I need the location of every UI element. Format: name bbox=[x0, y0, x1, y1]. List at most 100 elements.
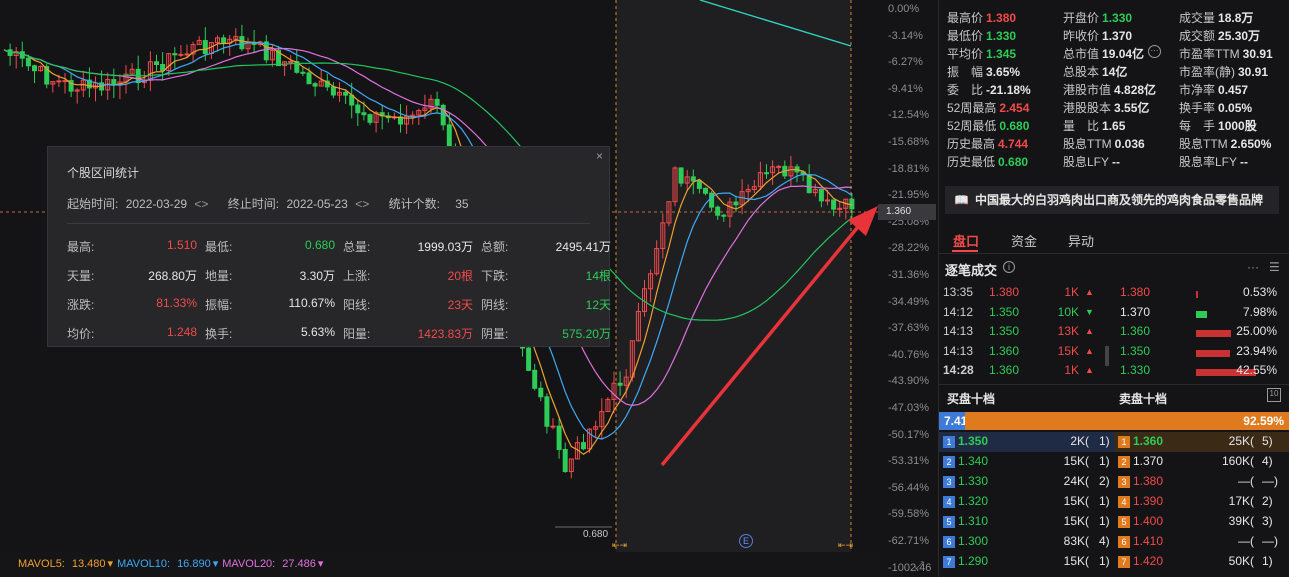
resize-icon[interactable]: ⤢ bbox=[915, 560, 924, 573]
bid-price: 1.340 bbox=[958, 454, 989, 468]
candle-body bbox=[343, 91, 349, 96]
start-adjust-icon[interactable]: <> bbox=[194, 197, 208, 211]
candle-body bbox=[202, 40, 208, 55]
quote-label: 市盈率(静) bbox=[1179, 65, 1235, 79]
quote-item: 成交额 25.30万 bbox=[1179, 27, 1260, 44]
count-value: 35 bbox=[455, 197, 469, 211]
levels-icon[interactable]: 10 bbox=[1267, 388, 1281, 402]
y-tick-label: -59.58% bbox=[888, 508, 929, 521]
buy-level-icon: 5 bbox=[943, 516, 955, 528]
quote-value: -- bbox=[1112, 155, 1121, 169]
stat-value: 0.680 bbox=[304, 238, 335, 252]
quote-value: 1.65 bbox=[1102, 119, 1126, 133]
tab-yidong[interactable]: 异动 bbox=[1068, 231, 1094, 250]
candle-body bbox=[62, 80, 68, 83]
stat-label: 振幅: bbox=[205, 298, 233, 312]
quote-label: 港股市值 bbox=[1063, 83, 1112, 97]
ask-price: 1.420 bbox=[1133, 554, 1164, 568]
range-start-marker[interactable]: ⇤⇥ bbox=[612, 540, 627, 551]
mavol-item: MAVOL10: 16.890 ▾ bbox=[117, 552, 220, 577]
event-marker-icon[interactable]: E bbox=[739, 534, 753, 548]
quote-value: 30.91 bbox=[1238, 65, 1269, 79]
y-tick-label: -53.31% bbox=[888, 455, 929, 468]
range-end-marker[interactable]: ⇤⇥ bbox=[838, 540, 853, 551]
quote-item: 历史最高 4.744 bbox=[947, 135, 1028, 152]
candle-body bbox=[178, 53, 184, 56]
sell-level-icon: 7 bbox=[1118, 556, 1130, 568]
ask-count: 1) bbox=[1262, 554, 1273, 568]
stat-label: 地量: bbox=[205, 269, 233, 283]
quote-item: 市净率 0.457 bbox=[1179, 81, 1248, 98]
tab-pankou[interactable]: 盘口 bbox=[953, 231, 979, 250]
quote-value: 1.370 bbox=[1102, 29, 1133, 43]
more-icon[interactable]: ··· bbox=[1148, 45, 1161, 58]
candle-body bbox=[263, 41, 269, 61]
bid-price: 1.290 bbox=[958, 554, 989, 568]
candle-body bbox=[330, 86, 336, 96]
quote-label: 股息TTM bbox=[1063, 137, 1112, 151]
mavol-label: MAVOL20: bbox=[222, 558, 276, 570]
stat-value: 14根 bbox=[585, 269, 611, 283]
close-icon[interactable]: × bbox=[596, 149, 603, 163]
dropdown-icon[interactable]: ▾ bbox=[108, 558, 114, 570]
mavol-value: 16.890 bbox=[177, 558, 211, 570]
quote-item: 历史最低 0.680 bbox=[947, 153, 1028, 170]
quote-value: 1.380 bbox=[986, 11, 1017, 25]
quote-item: 振 幅 3.65% bbox=[947, 63, 1020, 80]
mavol-value: 13.480 bbox=[71, 558, 106, 570]
tick-row: 14:28 1.360 1K ▲ 1.330 42.55% bbox=[943, 363, 1283, 381]
stat-label: 天量: bbox=[67, 269, 95, 283]
order-level-row: 1 1.350 2K(1) 1 1.360 25K(5) bbox=[939, 432, 1289, 452]
dropdown-icon[interactable]: ▾ bbox=[318, 558, 324, 570]
info-icon[interactable]: i bbox=[1003, 261, 1015, 273]
list-icon[interactable]: ☰ bbox=[1269, 260, 1280, 274]
bid-count: 4) bbox=[1099, 534, 1110, 548]
tick-scrollbar[interactable] bbox=[1105, 346, 1109, 366]
ask-count: 5) bbox=[1262, 434, 1273, 448]
order-book-header: 买盘十档 卖盘十档 10 bbox=[939, 384, 1289, 410]
candle-body bbox=[56, 80, 62, 83]
stat-label: 涨跌: bbox=[67, 298, 95, 312]
candle-body bbox=[367, 114, 373, 123]
end-adjust-icon[interactable]: <> bbox=[355, 197, 369, 211]
order-level-row: 6 1.300 83K(4) 6 1.410 —(—) bbox=[939, 532, 1289, 552]
ask-price: 1.370 bbox=[1133, 454, 1164, 468]
more-icon[interactable]: ··· bbox=[1247, 260, 1259, 274]
current-price-tag: 1.360 bbox=[878, 204, 936, 220]
ask-volume: 25K( bbox=[1228, 434, 1254, 448]
dropdown-icon[interactable]: ▾ bbox=[213, 558, 219, 570]
sell-level-icon: 1 bbox=[1118, 436, 1130, 448]
quote-value: 2.454 bbox=[999, 101, 1030, 115]
candle-body bbox=[312, 83, 318, 87]
candle-body bbox=[306, 72, 312, 85]
dist-price: 1.360 bbox=[1120, 324, 1151, 338]
tick-price: 1.350 bbox=[989, 324, 1020, 338]
start-time-label: 起始时间: bbox=[67, 197, 119, 211]
stat-value: 23天 bbox=[447, 298, 473, 312]
company-banner[interactable]: 📖 中国最大的白羽鸡肉出口商及领先的鸡肉食品零售品牌 bbox=[945, 186, 1279, 214]
bid-volume: 15K( bbox=[1063, 454, 1089, 468]
candle-body bbox=[831, 199, 837, 210]
tick-time: 13:35 bbox=[943, 285, 974, 299]
stat-value: 1999.03万 bbox=[417, 240, 473, 254]
quote-item: 每 手 1000股 bbox=[1179, 117, 1257, 134]
sell-level-icon: 2 bbox=[1118, 456, 1130, 468]
quote-item: 52周最高 2.454 bbox=[947, 99, 1029, 116]
buy-level-icon: 7 bbox=[943, 556, 955, 568]
quote-label: 每 手 bbox=[1179, 119, 1216, 133]
dist-price: 1.330 bbox=[1120, 363, 1151, 377]
y-tick-label: -50.17% bbox=[888, 428, 929, 441]
candle-body bbox=[32, 65, 37, 72]
y-tick-label: -31.36% bbox=[888, 269, 929, 281]
y-axis: 0.00% -3.14% -6.27% -9.41% -12.54% -15.68% -18… bbox=[880, 0, 938, 577]
quote-item: 股息TTM 2.650% bbox=[1179, 135, 1271, 152]
mavol-value: 27.486 bbox=[282, 558, 316, 570]
bid-volume: 83K( bbox=[1063, 534, 1089, 548]
tab-zijin[interactable]: 资金 bbox=[1011, 231, 1037, 250]
candle-body bbox=[678, 167, 684, 184]
tick-row: 14:13 1.360 15K ▲ 1.350 23.94% bbox=[943, 344, 1283, 362]
bid-price: 1.320 bbox=[958, 494, 989, 508]
dist-percent: 0.53% bbox=[1242, 285, 1277, 299]
quote-label: 开盘价 bbox=[1063, 11, 1100, 25]
start-time-value: 2022-03-29 bbox=[125, 197, 188, 211]
